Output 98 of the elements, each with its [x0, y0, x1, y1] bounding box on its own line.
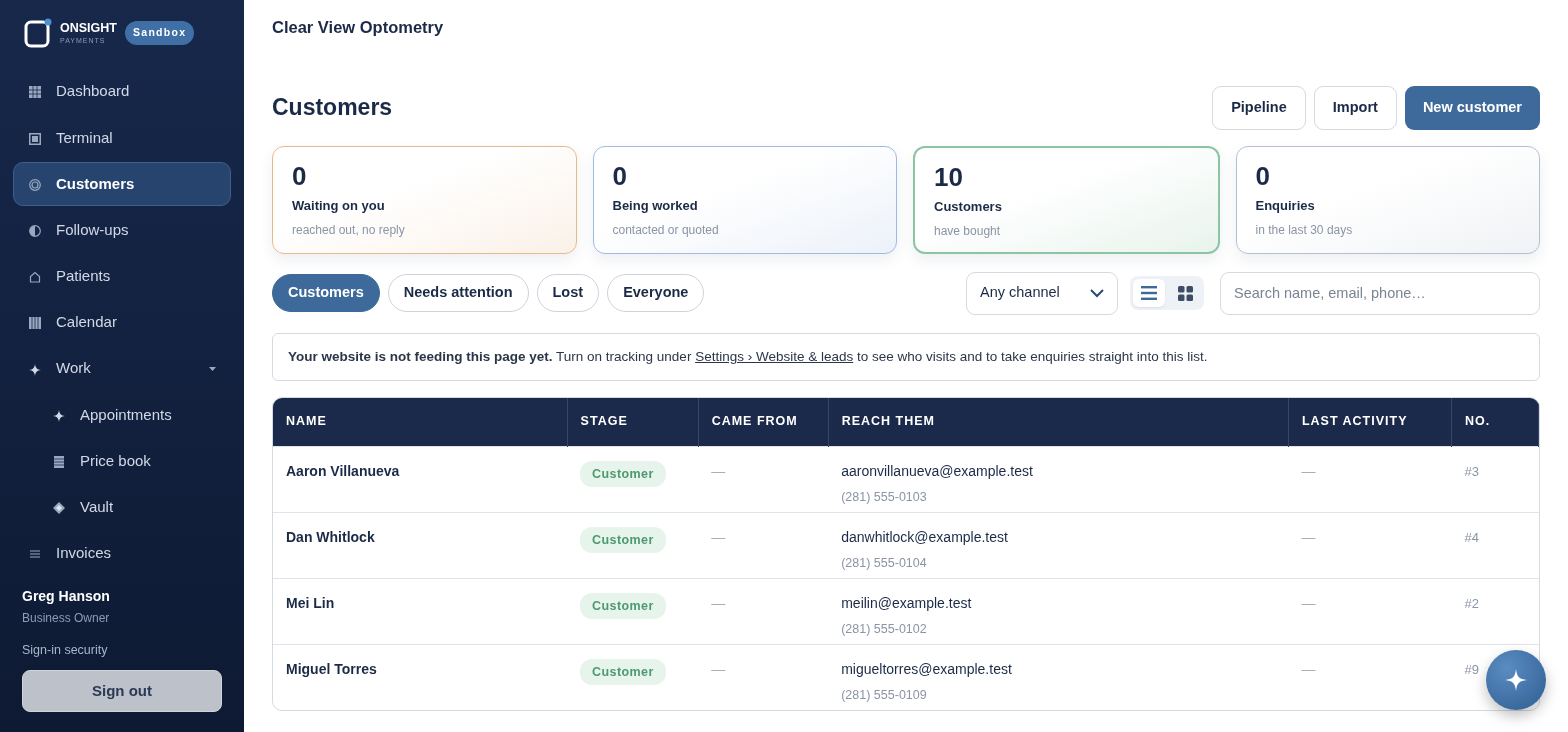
came-from-text: — [711, 462, 726, 479]
stat-card[interactable]: 0 Being worked contacted or quoted [592, 145, 897, 254]
stat-label: Being worked [612, 197, 699, 215]
logo-icon [24, 18, 52, 48]
sparkle-icon [1505, 669, 1527, 691]
came-from-text: — [711, 660, 726, 677]
half-circle-icon [29, 225, 41, 237]
column-header: NAME [273, 398, 568, 447]
column-header: LAST ACTIVITY [1288, 398, 1452, 447]
phone-text: (281) 555-0109 [841, 686, 928, 704]
customer-number: #3 [1464, 463, 1479, 479]
stat-card[interactable]: 10 Customers have bought [913, 145, 1220, 254]
stat-label: Waiting on you [292, 197, 386, 215]
phone-text: (281) 555-0103 [841, 488, 928, 506]
sandbox-badge: Sandbox [124, 21, 195, 45]
stage-tag: Customer [580, 460, 666, 488]
stat-card[interactable]: 0 Waiting on you reached out, no reply [272, 145, 577, 254]
customer-name: Miguel Torres [286, 659, 378, 679]
filter-tab[interactable]: Lost [536, 274, 600, 313]
columns-icon [29, 317, 41, 330]
user-name: Greg Hanson [21, 587, 111, 607]
search-field[interactable]: Search name, email, phone… [1220, 271, 1540, 315]
customer-number: #2 [1464, 595, 1479, 611]
filter-tab[interactable]: Customers [272, 274, 380, 313]
nav-item[interactable]: Customers [13, 162, 231, 206]
stat-value: 0 [612, 160, 628, 192]
stat-note: in the last 30 days [1255, 222, 1354, 240]
sparkle-icon [29, 363, 41, 376]
column-header: STAGE [567, 398, 699, 447]
nav-item[interactable]: Dashboard [13, 70, 231, 114]
secondary-button[interactable]: Import [1313, 85, 1397, 130]
sign-out-button[interactable]: Sign out [22, 669, 222, 713]
column-header: NO. [1451, 398, 1539, 447]
page-title: Customers [272, 94, 393, 122]
last-activity-text: — [1301, 594, 1316, 611]
column-header: CAME FROM [698, 398, 829, 447]
column-header: REACH THEM [828, 398, 1289, 447]
primary-button[interactable]: New customer [1404, 85, 1540, 130]
brand-name: ONSIGHT [60, 22, 117, 35]
last-activity-text: — [1301, 660, 1316, 677]
stage-tag: Customer [580, 592, 666, 620]
stat-label: Customers [934, 198, 1003, 216]
assistant-button[interactable] [1486, 650, 1546, 710]
stat-note: reached out, no reply [292, 222, 406, 240]
channel-select[interactable]: Any channel [966, 271, 1118, 315]
target-icon [29, 178, 41, 191]
customer-number: #9 [1464, 661, 1479, 677]
grid-icon [29, 86, 41, 99]
stat-note: have bought [934, 223, 1002, 241]
phone-text: (281) 555-0104 [841, 554, 928, 572]
nav-item[interactable]: Patients [13, 254, 231, 298]
came-from-text: — [711, 528, 726, 545]
menu-lines-icon [29, 548, 41, 561]
last-activity-text: — [1301, 528, 1316, 545]
email-text: aaronvillanueva@example.test [841, 461, 1034, 481]
grid-icon [1177, 285, 1193, 301]
stat-value: 0 [292, 160, 308, 192]
sparkle-icon [53, 409, 65, 422]
sign-in-security-link[interactable]: Sign-in security [13, 641, 231, 660]
last-activity-text: — [1301, 462, 1316, 479]
customer-name: Aaron Villanueva [286, 461, 401, 481]
stage-tag: Customer [580, 526, 666, 554]
square-icon [29, 132, 41, 145]
list-icon [1141, 286, 1157, 301]
nav-item[interactable]: Appointments [13, 393, 231, 437]
nav-item[interactable]: Work [13, 347, 231, 391]
business-name: Clear View Optometry [272, 18, 445, 38]
nav-item[interactable]: Terminal [13, 116, 231, 160]
customer-name: Mei Lin [286, 593, 336, 613]
stat-card[interactable]: 0 Enquiries in the last 30 days [1235, 145, 1540, 254]
phone-text: (281) 555-0102 [841, 620, 928, 638]
customer-number: #4 [1464, 529, 1479, 545]
nav-item[interactable]: Invoices [13, 531, 231, 576]
nav-item[interactable]: Vault [13, 485, 231, 529]
settings-link[interactable]: Settings › Website & leads [695, 348, 854, 364]
stat-value: 0 [1255, 160, 1271, 192]
user-role: Business Owner [21, 610, 111, 628]
house-icon [29, 271, 41, 284]
filter-tab[interactable]: Everyone [607, 274, 705, 313]
stat-value: 10 [934, 161, 964, 193]
stat-label: Enquiries [1255, 197, 1316, 215]
notice-text: Your website is not feeding this page yet. Turn on tracking under Settings › Website & leads to see who visits and to take enquiries straight into this list. [288, 347, 1209, 366]
stat-note: contacted or quoted [612, 222, 720, 240]
email-text: migueltorres@example.test [841, 659, 1013, 679]
nav-item[interactable]: Price book [13, 439, 231, 483]
stage-tag: Customer [580, 658, 666, 686]
list-icon [53, 455, 65, 468]
filter-tab[interactable]: Needs attention [387, 274, 529, 313]
nav-item[interactable]: Calendar [13, 300, 231, 345]
secondary-button[interactable]: Pipeline [1212, 85, 1306, 130]
email-text: meilin@example.test [841, 593, 973, 613]
customer-name: Dan Whitlock [286, 527, 376, 547]
diamond-icon [53, 502, 65, 515]
email-text: danwhitlock@example.test [841, 527, 1009, 547]
nav-item[interactable]: Follow-ups [13, 208, 231, 252]
came-from-text: — [711, 594, 726, 611]
list-view-button[interactable] [1133, 279, 1165, 308]
chevron-down-icon [1090, 288, 1104, 298]
